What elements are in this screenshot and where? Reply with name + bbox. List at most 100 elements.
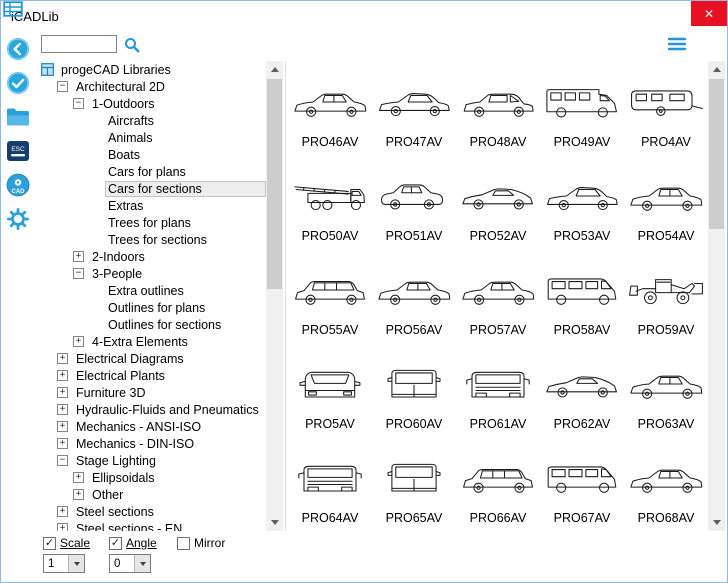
van-rear-icon: [375, 360, 453, 413]
coupe-side-icon: [375, 78, 453, 131]
tree-item-animals[interactable]: Animals: [37, 129, 266, 146]
angle-label: Angle: [126, 536, 157, 550]
block-item-pro46av[interactable]: PRO46AV: [288, 61, 372, 155]
scroll-down-icon[interactable]: [708, 514, 725, 531]
grid-scrollbar[interactable]: [708, 61, 725, 531]
expand-icon[interactable]: +: [57, 370, 68, 381]
block-item-pro4av[interactable]: PRO4AV: [624, 61, 708, 155]
tree-item-cars-for-plans[interactable]: Cars for plans: [37, 163, 266, 180]
expand-icon[interactable]: +: [57, 353, 68, 364]
block-item-pro64av[interactable]: PRO64AV: [288, 437, 372, 531]
block-label: PRO64AV: [301, 511, 359, 525]
tree-item-2-indoors[interactable]: +2-Indoors: [37, 248, 266, 265]
block-item-pro47av[interactable]: PRO47AV: [372, 61, 456, 155]
block-item-pro66av[interactable]: PRO66AV: [456, 437, 540, 531]
collapse-icon[interactable]: −: [57, 81, 68, 92]
dropdown-arrow-icon[interactable]: [134, 555, 150, 572]
block-item-pro63av[interactable]: PRO63AV: [624, 343, 708, 437]
tree-item-other[interactable]: + Other: [37, 486, 266, 503]
grid-scrollbar-thumb[interactable]: [709, 79, 724, 229]
block-item-pro58av[interactable]: PRO58AV: [540, 249, 624, 343]
block-item-pro65av[interactable]: PRO65AV: [372, 437, 456, 531]
block-item-pro50av[interactable]: PRO50AV: [288, 155, 372, 249]
mirror-option: Mirror: [177, 535, 225, 551]
block-label: PRO51AV: [385, 229, 443, 243]
scroll-up-icon[interactable]: [266, 61, 283, 78]
block-item-pro51av[interactable]: PRO51AV: [372, 155, 456, 249]
expand-icon[interactable]: +: [57, 387, 68, 398]
tree-item-label: Other: [92, 487, 124, 502]
tree-item-stage-lighting[interactable]: − Stage Lighting: [37, 452, 266, 469]
tree-item-architectural-2d[interactable]: − Architectural 2D: [37, 78, 266, 95]
scale-select[interactable]: 1: [43, 554, 85, 573]
tree-item-extra-outlines[interactable]: Extra outlines: [37, 282, 266, 299]
scroll-up-icon[interactable]: [708, 61, 725, 78]
scale-checkbox[interactable]: [43, 536, 56, 550]
block-item-pro53av[interactable]: PRO53AV: [540, 155, 624, 249]
block-item-pro54av[interactable]: PRO54AV: [624, 155, 708, 249]
tree-item-trees-for-plans[interactable]: Trees for plans: [37, 214, 266, 231]
libraries-icon: [41, 63, 54, 76]
block-item-pro61av[interactable]: PRO61AV: [456, 343, 540, 437]
expand-icon[interactable]: +: [57, 421, 68, 432]
mirror-checkbox[interactable]: [177, 536, 190, 550]
tree-scrollbar[interactable]: [266, 61, 283, 531]
tree-item-ellipsoidals[interactable]: + Ellipsoidals: [37, 469, 266, 486]
block-label: PRO63AV: [637, 417, 695, 431]
block-item-pro48av[interactable]: PRO48AV: [456, 61, 540, 155]
expand-icon[interactable]: +: [57, 506, 68, 517]
tree-item-extras[interactable]: Extras: [37, 197, 266, 214]
tree-item-boats[interactable]: Boats: [37, 146, 266, 163]
expand-icon[interactable]: +: [57, 438, 68, 449]
collapse-icon[interactable]: −: [73, 268, 84, 279]
block-item-pro68av[interactable]: PRO68AV: [624, 437, 708, 531]
block-label: PRO46AV: [301, 135, 359, 149]
tree-item-label: Mechanics - ANSI-ISO: [76, 419, 202, 434]
loader-side-icon: [627, 266, 705, 319]
expand-icon[interactable]: +: [73, 489, 84, 500]
block-item-pro56av[interactable]: PRO56AV: [372, 249, 456, 343]
tree-item-progecad-libraries[interactable]: progeCAD Libraries: [37, 61, 266, 78]
scroll-down-icon[interactable]: [266, 514, 283, 531]
dropdown-arrow-icon[interactable]: [68, 555, 84, 572]
block-item-pro5av[interactable]: PRO5AV: [288, 343, 372, 437]
expand-icon[interactable]: +: [73, 251, 84, 262]
expand-icon[interactable]: +: [73, 336, 84, 347]
tree-item-4-extra-elements[interactable]: +4-Extra Elements: [37, 333, 266, 350]
tree-item-steel-sections[interactable]: + Steel sections: [37, 503, 266, 520]
collapse-icon[interactable]: −: [57, 455, 68, 466]
tree-item-electrical-diagrams[interactable]: + Electrical Diagrams: [37, 350, 266, 367]
block-label: PRO61AV: [469, 417, 527, 431]
tree-item-3-people[interactable]: −3-People: [37, 265, 266, 282]
block-item-pro60av[interactable]: PRO60AV: [372, 343, 456, 437]
tree-item-aircrafts[interactable]: Aircrafts: [37, 112, 266, 129]
tree-item-mechanics-ansi-iso[interactable]: + Mechanics - ANSI-ISO: [37, 418, 266, 435]
tree-item-hydraulic-fluids-and-pneumatics[interactable]: + Hydraulic-Fluids and Pneumatics: [37, 401, 266, 418]
block-label: PRO58AV: [553, 323, 611, 337]
expand-icon[interactable]: +: [57, 404, 68, 415]
tree-item-outlines-for-sections[interactable]: Outlines for sections: [37, 316, 266, 333]
block-item-pro49av[interactable]: PRO49AV: [540, 61, 624, 155]
tree-item-mechanics-din-iso[interactable]: + Mechanics - DIN-ISO: [37, 435, 266, 452]
tree-item-electrical-plants[interactable]: + Electrical Plants: [37, 367, 266, 384]
block-item-pro59av[interactable]: PRO59AV: [624, 249, 708, 343]
tree-item-steel-sections-en[interactable]: + Steel sections - EN: [37, 520, 266, 531]
angle-checkbox[interactable]: [109, 536, 122, 550]
block-item-pro55av[interactable]: PRO55AV: [288, 249, 372, 343]
tree-scrollbar-thumb[interactable]: [267, 79, 282, 289]
tree-item-label: Cars for sections: [105, 180, 266, 197]
tree-item-cars-for-sections[interactable]: Cars for sections: [37, 180, 266, 197]
tree-item-1-outdoors[interactable]: −1-Outdoors: [37, 95, 266, 112]
expand-icon[interactable]: +: [57, 523, 68, 531]
block-item-pro67av[interactable]: PRO67AV: [540, 437, 624, 531]
block-item-pro62av[interactable]: PRO62AV: [540, 343, 624, 437]
tree-item-trees-for-sections[interactable]: Trees for sections: [37, 231, 266, 248]
sedan-side-icon: [627, 172, 705, 225]
collapse-icon[interactable]: −: [73, 98, 84, 109]
angle-select[interactable]: 0: [109, 554, 151, 573]
block-item-pro57av[interactable]: PRO57AV: [456, 249, 540, 343]
expand-icon[interactable]: +: [73, 472, 84, 483]
block-item-pro52av[interactable]: PRO52AV: [456, 155, 540, 249]
tree-item-furniture-3d[interactable]: + Furniture 3D: [37, 384, 266, 401]
tree-item-outlines-for-plans[interactable]: Outlines for plans: [37, 299, 266, 316]
